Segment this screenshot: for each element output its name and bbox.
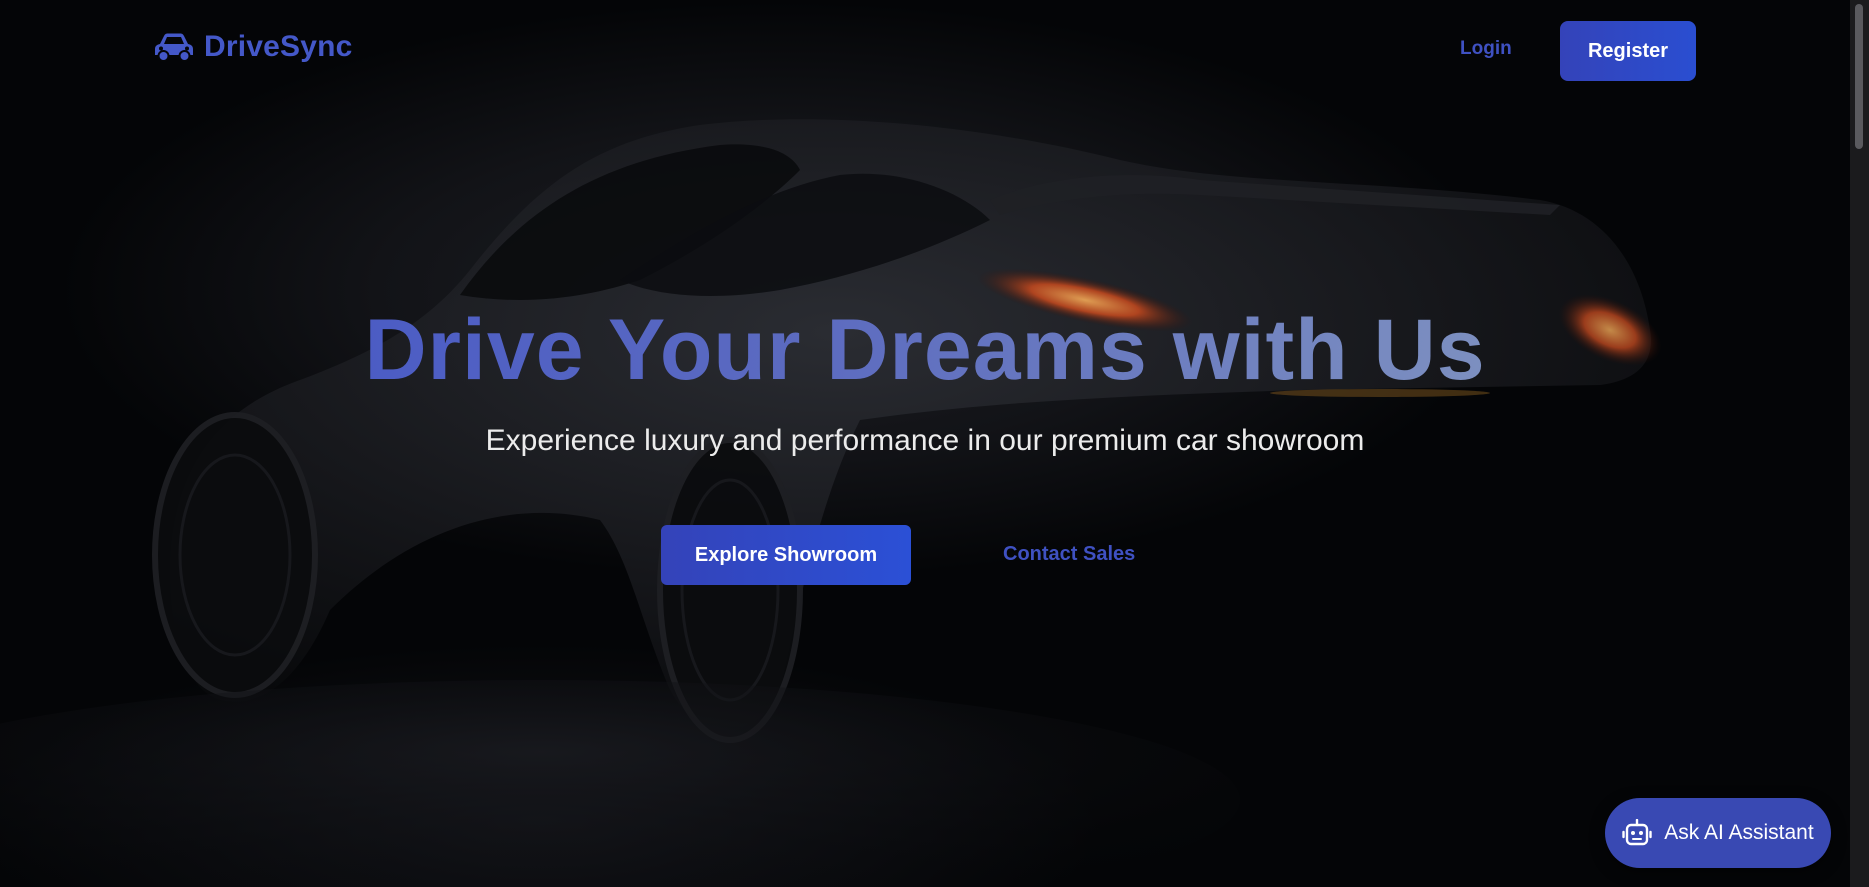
car-icon — [155, 33, 193, 62]
brand-logo-link[interactable]: DriveSync — [154, 30, 353, 64]
hero-title: Drive Your Dreams with Us — [0, 300, 1850, 400]
brand-name: DriveSync — [204, 30, 353, 63]
page-scrollbar[interactable] — [1850, 0, 1869, 887]
page: DriveSync Login Register Drive Your Drea… — [0, 0, 1869, 887]
hero-subtitle: Experience luxury and performance in our… — [485, 424, 1365, 457]
scrollbar-thumb[interactable] — [1855, 4, 1863, 149]
ask-ai-assistant-button[interactable]: Ask AI Assistant — [1605, 798, 1831, 868]
robot-icon — [1622, 819, 1652, 846]
navbar: DriveSync Login Register — [0, 0, 1850, 100]
ask-ai-assistant-label: Ask AI Assistant — [1664, 821, 1814, 844]
contact-sales-link[interactable]: Contact Sales — [1003, 543, 1135, 566]
explore-showroom-button[interactable]: Explore Showroom — [661, 525, 911, 585]
register-button[interactable]: Register — [1560, 21, 1696, 81]
login-link[interactable]: Login — [1460, 38, 1512, 60]
